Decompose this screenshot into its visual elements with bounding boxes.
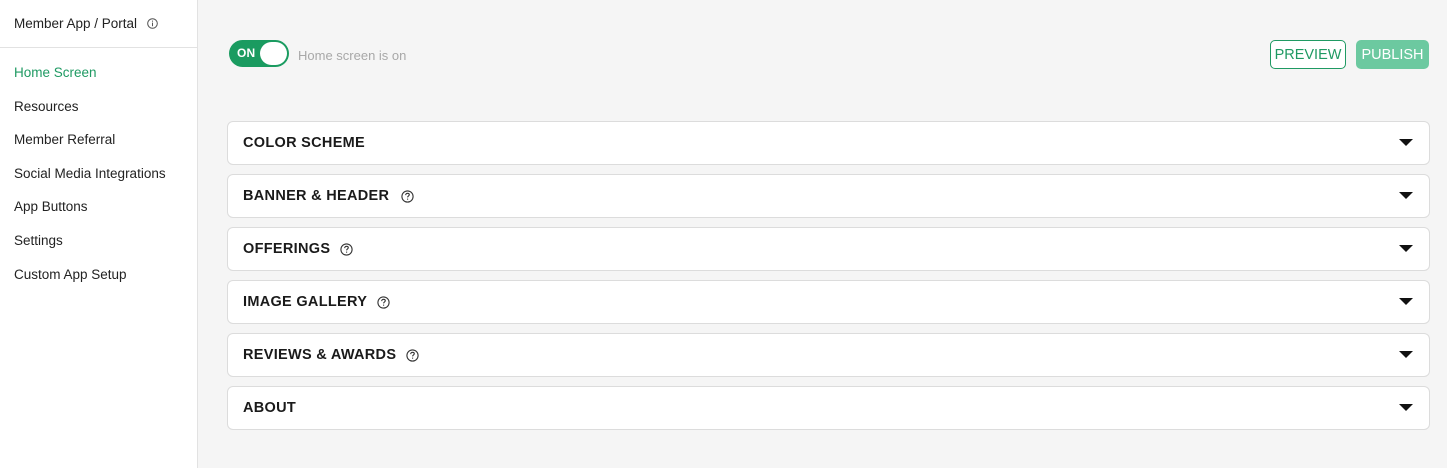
home-screen-toggle[interactable]: ON: [229, 40, 289, 67]
sidebar-item-settings[interactable]: Settings: [0, 232, 197, 266]
section-title: ABOUT: [243, 400, 297, 416]
sidebar-item-home-screen[interactable]: Home Screen: [0, 64, 197, 98]
sidebar-nav: Home Screen Resources Member Referral So…: [0, 48, 197, 299]
sidebar-item-social-media-integrations[interactable]: Social Media Integrations: [0, 165, 197, 199]
section-title: OFFERINGS: [243, 241, 331, 257]
caret-down-icon: [1399, 404, 1413, 411]
preview-button[interactable]: PREVIEW: [1270, 40, 1346, 69]
help-icon[interactable]: [377, 295, 390, 309]
info-icon[interactable]: [147, 18, 158, 29]
toggle-label: ON: [237, 46, 256, 60]
sidebar-header: Member App / Portal: [0, 0, 197, 48]
caret-down-icon: [1399, 192, 1413, 199]
toggle-status-text: Home screen is on: [298, 48, 407, 63]
section-reviews-awards[interactable]: REVIEWS & AWARDS: [227, 333, 1430, 377]
toggle-knob: [260, 42, 287, 65]
publish-button[interactable]: PUBLISH: [1356, 40, 1429, 69]
sidebar-title: Member App / Portal: [14, 16, 138, 31]
section-offerings[interactable]: OFFERINGS: [227, 227, 1430, 271]
help-icon[interactable]: [406, 348, 419, 362]
main-content: ON Home screen is on PREVIEW PUBLISH COL…: [199, 0, 1447, 468]
section-title: IMAGE GALLERY: [243, 294, 368, 310]
sidebar-item-custom-app-setup[interactable]: Custom App Setup: [0, 266, 197, 300]
help-icon[interactable]: [340, 242, 353, 256]
sidebar-item-resources[interactable]: Resources: [0, 98, 197, 132]
sidebar-item-app-buttons[interactable]: App Buttons: [0, 198, 197, 232]
help-icon[interactable]: [401, 189, 414, 203]
caret-down-icon: [1399, 139, 1413, 146]
section-banner-header[interactable]: BANNER & HEADER: [227, 174, 1430, 218]
caret-down-icon: [1399, 298, 1413, 305]
section-title: COLOR SCHEME: [243, 135, 366, 151]
sidebar: Member App / Portal Home Screen Resource…: [0, 0, 198, 468]
caret-down-icon: [1399, 245, 1413, 252]
section-title: BANNER & HEADER: [243, 188, 390, 204]
sidebar-item-member-referral[interactable]: Member Referral: [0, 131, 197, 165]
caret-down-icon: [1399, 351, 1413, 358]
section-image-gallery[interactable]: IMAGE GALLERY: [227, 280, 1430, 324]
section-about[interactable]: ABOUT: [227, 386, 1430, 430]
section-title: REVIEWS & AWARDS: [243, 347, 397, 363]
section-color-scheme[interactable]: COLOR SCHEME: [227, 121, 1430, 165]
